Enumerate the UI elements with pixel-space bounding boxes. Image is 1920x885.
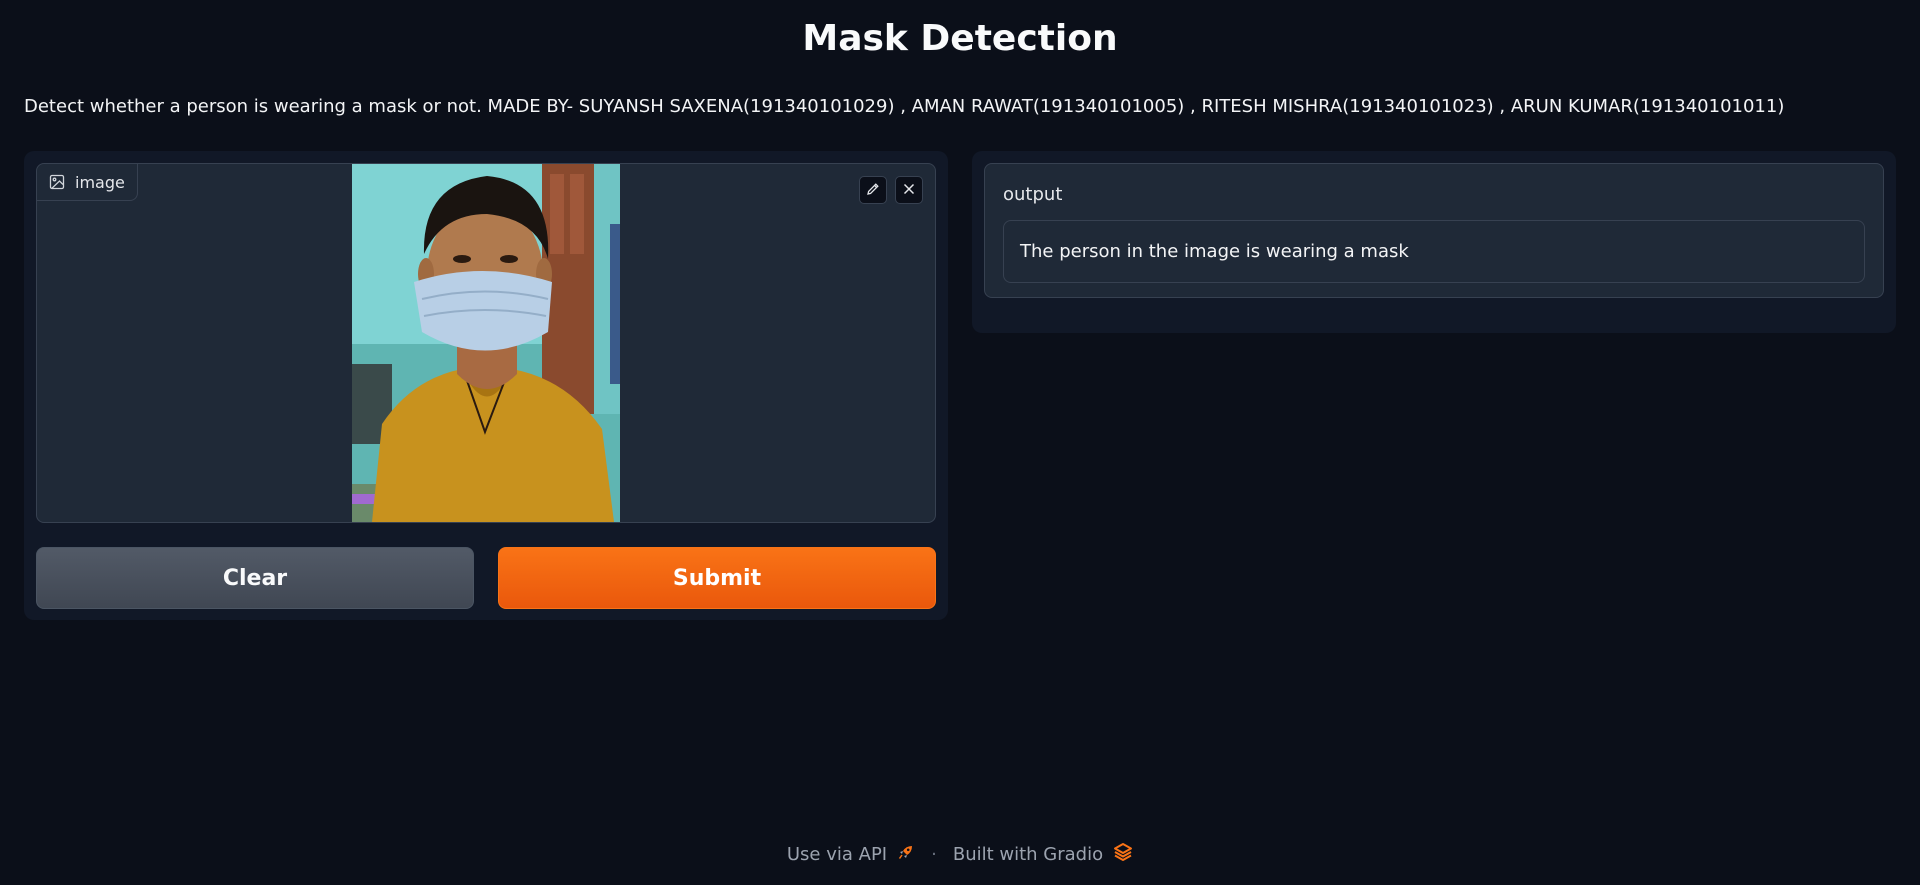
image-upload-area[interactable]: image	[36, 163, 936, 523]
output-label: output	[1003, 184, 1063, 205]
image-label-text: image	[75, 172, 125, 192]
use-via-api-link[interactable]: Use via API	[787, 843, 915, 866]
clear-button[interactable]: Clear	[36, 547, 474, 609]
input-panel: image Clear Submit	[24, 151, 948, 620]
submit-button[interactable]: Submit	[498, 547, 936, 609]
footer-separator: ·	[931, 844, 937, 865]
footer: Use via API · Built with Gradio	[0, 842, 1920, 867]
page-title: Mask Detection	[802, 18, 1118, 59]
built-with-gradio-link[interactable]: Built with Gradio	[953, 842, 1133, 867]
uploaded-photo	[352, 164, 620, 522]
output-panel: output The person in the image is wearin…	[972, 151, 1896, 333]
image-block-label: image	[37, 164, 138, 201]
built-with-gradio-label: Built with Gradio	[952, 844, 1104, 865]
use-via-api-label: Use via API	[786, 844, 888, 865]
rocket-icon	[897, 843, 915, 866]
image-icon	[49, 174, 65, 190]
page-description: Detect whether a person is wearing a mas…	[24, 96, 1785, 117]
pencil-icon	[866, 181, 880, 200]
close-icon	[902, 181, 916, 200]
remove-image-button[interactable]	[895, 176, 923, 204]
output-textbox[interactable]: The person in the image is wearing a mas…	[1003, 220, 1865, 283]
edit-image-button[interactable]	[859, 176, 887, 204]
gradio-logo-icon	[1113, 842, 1133, 867]
output-block: output The person in the image is wearin…	[984, 163, 1884, 298]
